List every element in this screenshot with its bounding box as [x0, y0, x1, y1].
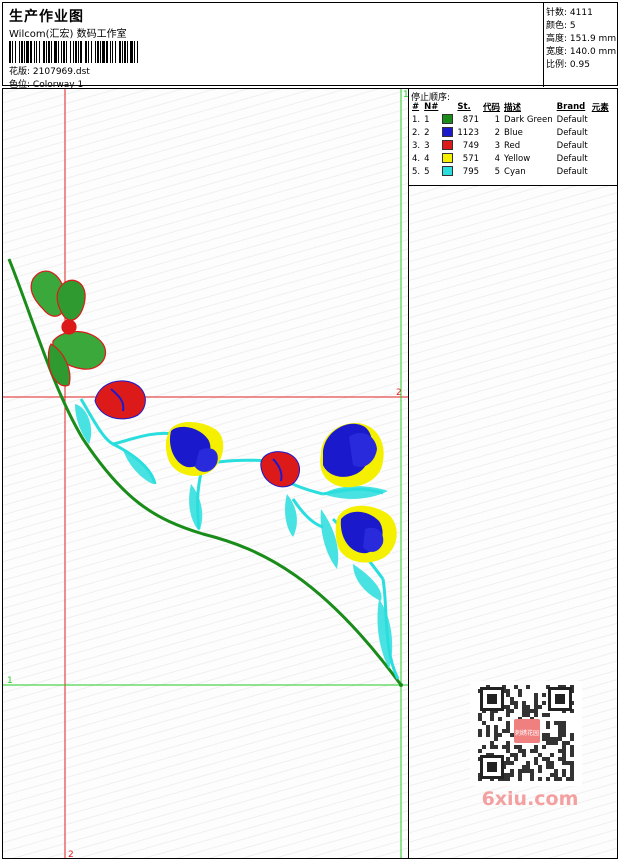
col-description: 描述: [504, 103, 522, 113]
row-stitches: 1123: [457, 127, 480, 138]
row-description: Dark Green: [504, 114, 553, 125]
col-swatch: [440, 101, 455, 113]
row-swatch: [440, 152, 455, 165]
row-brand: Default: [556, 127, 588, 138]
table-row[interactable]: 5. 5 795 5 Cyan Default: [410, 165, 611, 178]
row-swatch: [440, 126, 455, 139]
row-brand: Default: [556, 153, 588, 164]
guide-green-h-label: 1: [7, 676, 13, 686]
row-code: 3: [494, 140, 501, 151]
row-code: 5: [494, 166, 501, 177]
row-swatch: [440, 165, 455, 178]
studio-name: Wilcom(汇宏) 数码工作室: [9, 29, 127, 40]
row-index: 5.: [412, 166, 421, 177]
row-element: [590, 165, 611, 178]
qr-code: 刺绣花园: [470, 681, 582, 786]
stop-sequence-box: 停止顺序: # N# St. 代码 描述 Brand 元素 1. 1 871 1 Dar…: [409, 89, 617, 186]
row-index: 1.: [412, 114, 421, 125]
stat-colors: 颜色: 5: [546, 21, 576, 31]
col-code: 代码: [483, 103, 501, 113]
col-stitches: St.: [457, 102, 471, 112]
row-element: [590, 139, 611, 152]
row-element: [590, 152, 611, 165]
color-swatch: [442, 153, 454, 164]
color-swatch: [442, 140, 454, 151]
design-canvas[interactable]: 2 2 1 1: [2, 88, 409, 859]
flower-left: [165, 422, 224, 476]
end-marker: [399, 683, 403, 687]
row-brand: Default: [556, 114, 588, 125]
table-header-row: # N# St. 代码 描述 Brand 元素: [410, 101, 611, 113]
design-file: 2107969.dst: [32, 67, 90, 77]
col-element: 元素: [591, 103, 609, 113]
row-needle: 3: [424, 140, 430, 151]
guide-green-v-label: 1: [403, 90, 409, 100]
row-element: [590, 113, 611, 126]
color-swatch: [442, 114, 454, 125]
row-swatch: [440, 139, 455, 152]
row-index: 2.: [412, 127, 421, 138]
job-sheet-header: 生产作业图 Wilcom(汇宏) 数码工作室 花版: 2107969.dst 色…: [2, 2, 619, 90]
row-code: 1: [494, 114, 501, 125]
stat-height: 高度: 151.9 mm: [546, 34, 617, 44]
row-brand: Default: [556, 166, 588, 177]
row-stitches: 749: [462, 140, 480, 151]
flower-top-right: [320, 423, 384, 488]
flower-bottom-right: [335, 505, 397, 563]
table-row[interactable]: 4. 4 571 4 Yellow Default: [410, 152, 611, 165]
stop-sequence-table: # N# St. 代码 描述 Brand 元素 1. 1 871 1 Dark Gree…: [410, 101, 611, 178]
row-element: [590, 126, 611, 139]
row-stitches: 795: [462, 166, 480, 177]
guide-red-h-label: 2: [396, 388, 402, 398]
col-needle: N#: [424, 102, 439, 112]
row-needle: 1: [424, 114, 430, 125]
barcode: [9, 41, 138, 63]
row-stitches: 571: [462, 153, 480, 164]
row-index: 4.: [412, 153, 421, 164]
col-brand: Brand: [556, 102, 586, 112]
table-row[interactable]: 2. 2 1123 2 Blue Default: [410, 126, 611, 139]
row-description: Blue: [504, 127, 523, 138]
stat-scale: 比例: 0.95: [546, 60, 590, 70]
qr-code-graphic: 刺绣花园: [478, 685, 574, 781]
guide-red-v-label: 2: [68, 850, 74, 859]
design-stats: 针数: 4111 颜色: 5 高度: 151.9 mm 宽度: 140.0 mm…: [543, 3, 619, 87]
row-code: 2: [494, 127, 501, 138]
stat-stitches: 针数: 4111: [546, 8, 593, 18]
row-description: Red: [504, 140, 521, 151]
table-row[interactable]: 1. 1 871 1 Dark Green Default: [410, 113, 611, 126]
col-index: #: [412, 102, 420, 112]
row-code: 4: [494, 153, 501, 164]
row-description: Yellow: [504, 153, 531, 164]
red-bud-right: [260, 451, 300, 488]
design-label: 花版:: [9, 67, 31, 77]
row-brand: Default: [556, 140, 588, 151]
row-needle: 4: [424, 153, 430, 164]
color-swatch: [442, 127, 454, 138]
row-needle: 2: [424, 127, 430, 138]
design-file-row: 花版: 2107969.dst: [9, 64, 90, 77]
row-stitches: 871: [462, 114, 480, 125]
color-swatch: [442, 166, 454, 177]
row-needle: 5: [424, 166, 430, 177]
row-description: Cyan: [504, 166, 526, 177]
embroidery-preview: 2 2 1 1: [3, 89, 409, 859]
stat-width: 宽度: 140.0 mm: [546, 47, 617, 57]
qr-stamp-text: 刺绣花园: [515, 729, 539, 737]
table-row[interactable]: 3. 3 749 3 Red Default: [410, 139, 611, 152]
sheet-title: 生产作业图: [9, 9, 84, 25]
row-swatch: [440, 113, 455, 126]
watermark-text: 6xiu.com: [481, 788, 579, 810]
red-bud-left: [94, 380, 146, 420]
row-index: 3.: [412, 140, 421, 151]
green-leaves: [30, 270, 107, 387]
